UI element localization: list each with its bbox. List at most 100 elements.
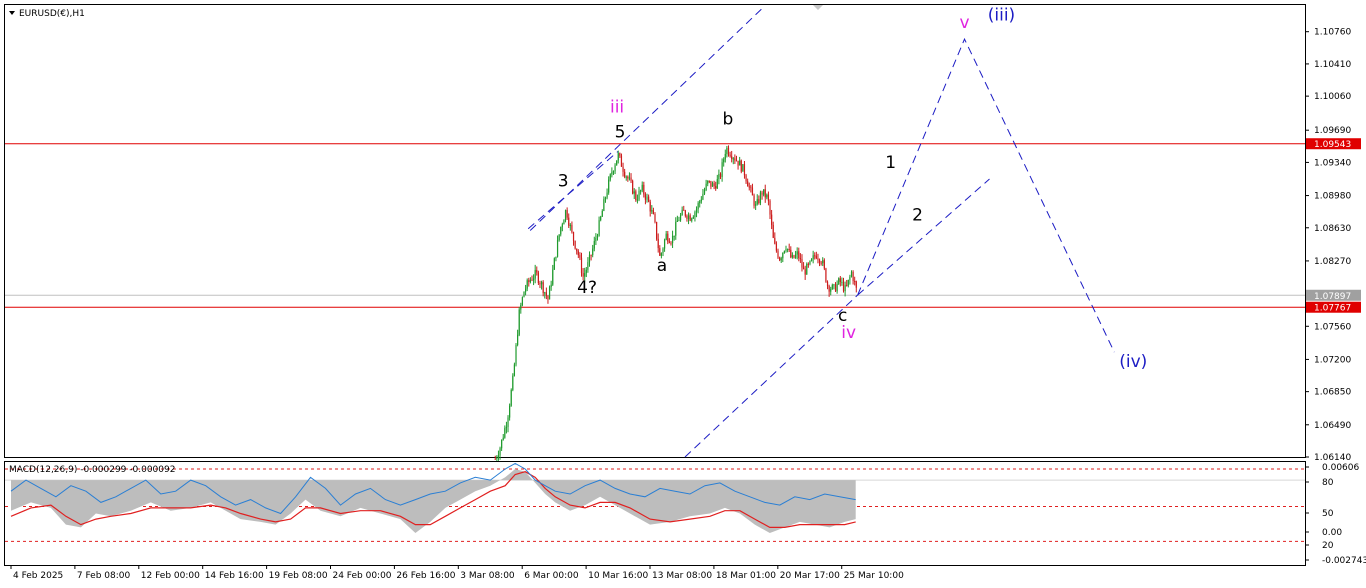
candle-body: [756, 199, 758, 205]
candle-body: [684, 210, 686, 216]
price-tag-label: 1.07767: [1314, 304, 1351, 314]
candle-body: [584, 273, 586, 277]
candle-body: [842, 281, 845, 292]
candle-body: [502, 437, 504, 440]
candle-body: [534, 269, 536, 279]
time-tick-label: 12 Feb 00:00: [141, 571, 200, 581]
candle-body: [826, 281, 829, 286]
candle-body: [791, 255, 793, 258]
macd-axis: 0.00606 80 50 0.00 20 -0.002743: [1305, 463, 1366, 566]
candle-body: [606, 192, 608, 198]
candle-body: [496, 457, 498, 459]
candle-body: [799, 258, 801, 260]
candle-body: [809, 260, 811, 265]
candle-body: [767, 194, 770, 201]
candle-body: [539, 283, 541, 285]
candle-body: [507, 417, 509, 427]
candle-body: [694, 212, 696, 218]
candle-body: [561, 224, 563, 227]
candle-body: [771, 214, 773, 225]
candle-body: [852, 271, 854, 281]
candle-body: [574, 240, 576, 249]
macd-tick-label: 0.00: [1322, 528, 1342, 538]
candle-body: [585, 269, 587, 274]
wave-label: v: [959, 13, 969, 33]
candle-body: [726, 147, 728, 154]
candle-body: [505, 426, 508, 429]
candle-body: [719, 173, 722, 177]
candle-body: [553, 258, 555, 270]
wave-label: 5: [615, 123, 626, 143]
price-axis: 1.10760 1.10410 1.10060 1.09690 1.09340 1.089…: [1305, 28, 1361, 463]
candle-body: [695, 209, 698, 213]
candle-body: [635, 191, 637, 201]
candle-body: [710, 180, 712, 187]
candle-body: [750, 186, 752, 188]
candle-body: [603, 199, 605, 211]
candle-body: [595, 238, 597, 242]
price-tick-label: 1.10060: [1314, 92, 1351, 102]
candle-body: [616, 160, 618, 166]
time-tick-label: 20 Mar 17:00: [780, 571, 840, 581]
candle-body: [732, 158, 734, 160]
candle-body: [764, 189, 766, 198]
candle-body: [788, 248, 790, 250]
candle-body: [802, 267, 805, 270]
candle-body: [579, 255, 581, 258]
candle-body: [564, 210, 567, 221]
candle-body: [675, 221, 677, 236]
price-tick-label: 1.07200: [1314, 355, 1351, 365]
candle-body: [782, 252, 784, 259]
time-tick-label: 26 Feb 16:00: [396, 571, 455, 581]
macd-tick-label: 80: [1322, 478, 1334, 488]
candle-body: [713, 183, 715, 187]
candle-body: [815, 255, 817, 259]
candle-body: [497, 455, 500, 458]
candle-body: [804, 269, 806, 275]
candle-body: [763, 189, 765, 195]
candle-body: [833, 284, 835, 286]
wave-label: (iii): [988, 6, 1015, 26]
candle-body: [812, 255, 814, 259]
candle-body: [745, 175, 747, 182]
candle-body: [735, 160, 738, 162]
candle-body: [673, 235, 675, 237]
candle-body: [774, 237, 776, 244]
candle-body: [609, 174, 611, 180]
candle-body: [652, 210, 655, 214]
candle-body: [751, 187, 754, 196]
candle-body: [731, 156, 733, 159]
macd-tick-label: 20: [1322, 541, 1334, 551]
time-tick-label: 25 Mar 10:00: [844, 571, 904, 581]
candle-body: [686, 215, 688, 219]
candle-body: [807, 263, 809, 265]
candle-body: [636, 199, 639, 201]
candle-body: [769, 200, 771, 215]
candle-body: [552, 269, 554, 285]
candle-body: [593, 241, 595, 249]
price-tick-label: 1.08270: [1314, 257, 1351, 267]
candle-body: [691, 218, 693, 221]
time-tick-label: 3 Mar 08:00: [460, 571, 515, 581]
candle-body: [716, 179, 718, 189]
time-tick-label: 6 Mar 00:00: [524, 571, 579, 581]
wave-label: 1: [885, 153, 896, 173]
wave-label: iv: [841, 323, 856, 343]
price-tick-label: 1.06850: [1314, 388, 1351, 398]
candle-body: [572, 232, 575, 241]
candle-body: [759, 192, 762, 203]
candle-body: [515, 344, 517, 365]
macd-pane[interactable]: MACD(12,26,9) -0.000299 -0.000092: [4, 461, 1306, 566]
candle-body: [537, 272, 539, 284]
candle-body: [822, 260, 824, 264]
candle-body: [727, 147, 730, 155]
candle-body: [598, 220, 600, 236]
candle-body: [518, 309, 520, 335]
candle-body: [739, 160, 741, 166]
price-tick-label: 1.10760: [1314, 28, 1351, 38]
candle-body: [577, 251, 579, 256]
candle-body: [590, 254, 592, 256]
wave-label: iii: [610, 98, 624, 118]
price-pane[interactable]: iii53ba4?civ12v (iii)(iv) EURUSD(€),H1: [4, 4, 1306, 462]
time-tick-label: 7 Feb 08:00: [77, 571, 131, 581]
